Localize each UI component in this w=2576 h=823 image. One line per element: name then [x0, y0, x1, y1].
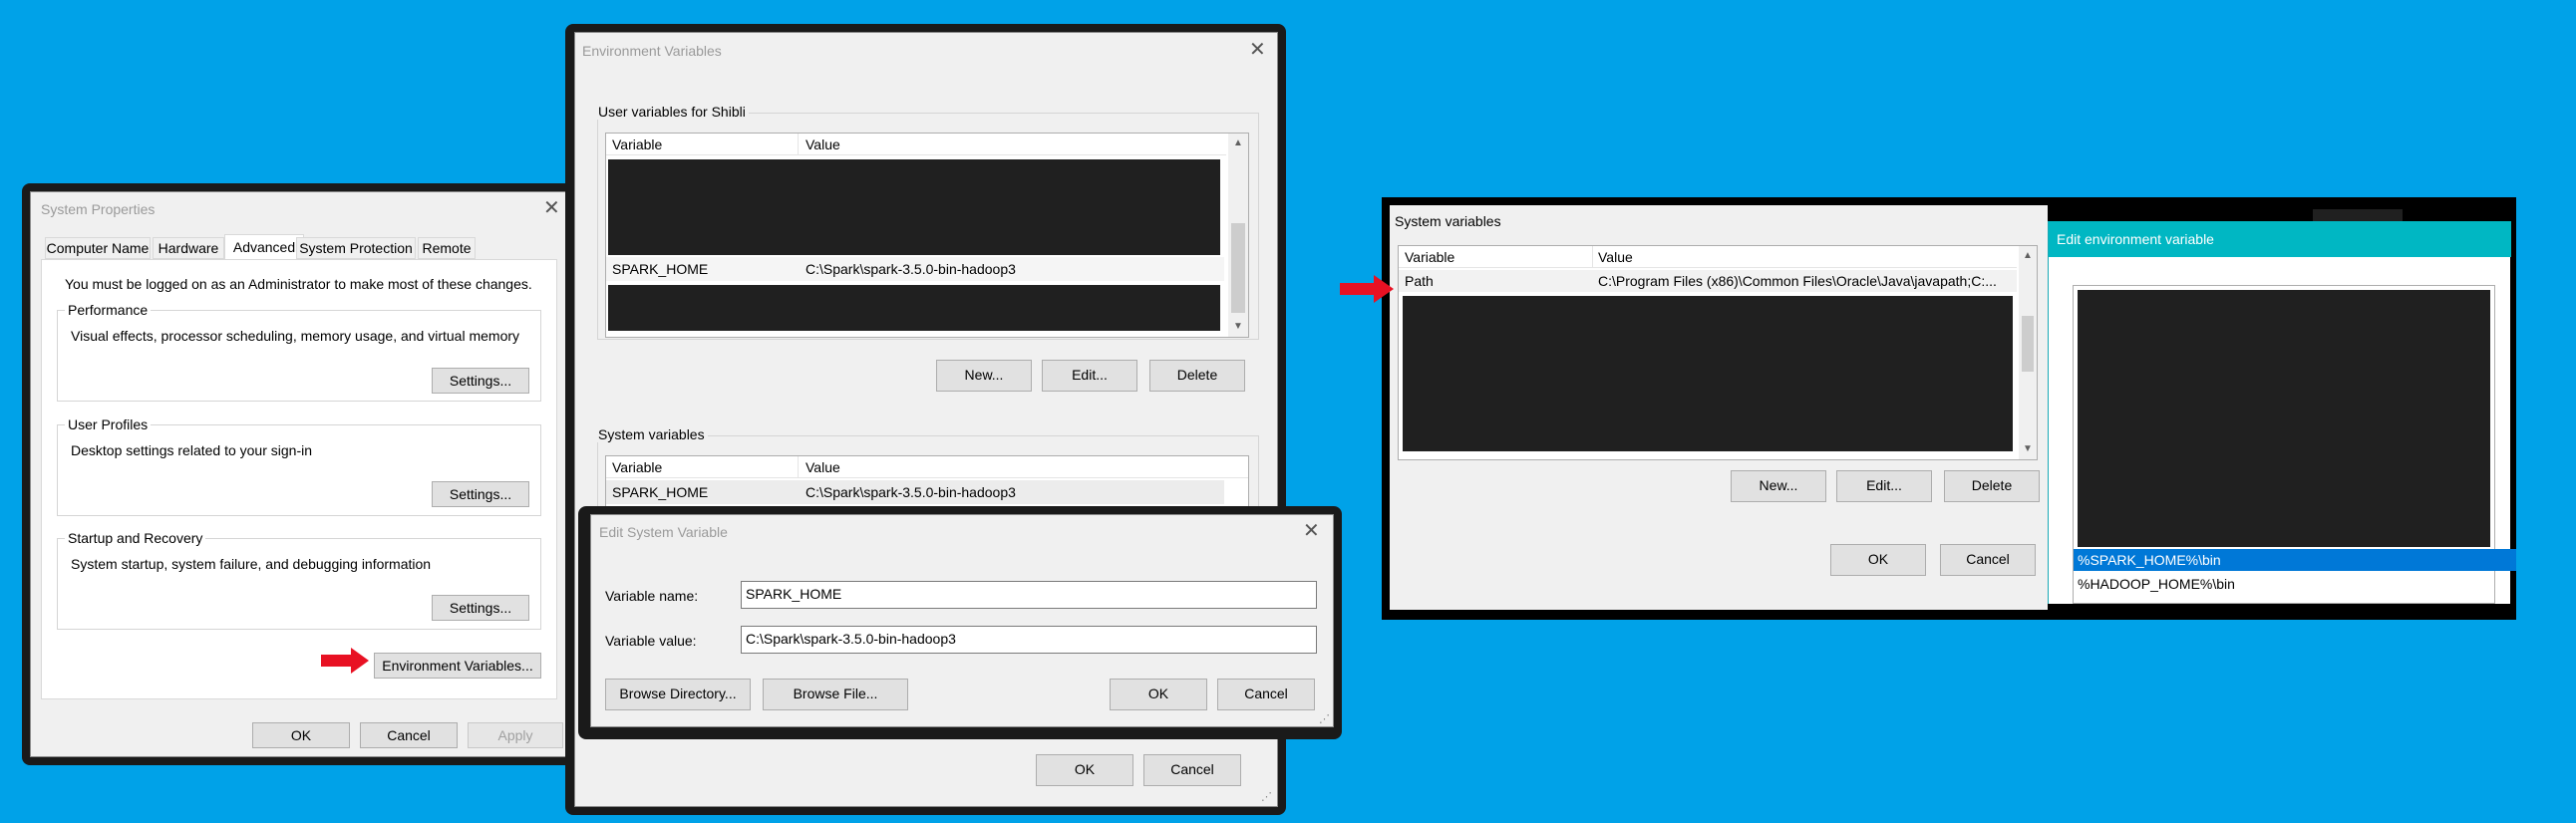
ok-button[interactable]: OK	[1110, 679, 1207, 710]
redacted-rows	[1403, 296, 2013, 451]
resize-grip-icon[interactable]: ⋰	[1319, 712, 1330, 725]
edit-system-variable-window: Edit System Variable ✕ Variable name: SP…	[590, 514, 1334, 727]
environment-variables-button[interactable]: Environment Variables...	[374, 653, 541, 679]
ok-button[interactable]: OK	[1830, 544, 1926, 576]
user-profiles-label: User Profiles	[65, 416, 152, 432]
edit-button[interactable]: Edit...	[1836, 470, 1932, 502]
ok-button[interactable]: OK	[1036, 754, 1133, 786]
variable-name-label: Variable name:	[605, 588, 699, 604]
row-variable: Path	[1405, 273, 1434, 289]
user-delete-button[interactable]: Delete	[1149, 360, 1245, 392]
cancel-button[interactable]: Cancel	[1143, 754, 1241, 786]
browse-directory-button[interactable]: Browse Directory...	[605, 679, 751, 710]
performance-settings-button[interactable]: Settings...	[432, 368, 529, 394]
list-header	[1399, 246, 2017, 268]
scroll-up-icon[interactable]: ▲	[2023, 250, 2033, 261]
entries-list[interactable]: %SPARK_HOME%\bin %HADOOP_HOME%\bin	[2073, 285, 2516, 604]
scroll-down-icon[interactable]: ▼	[2023, 443, 2033, 454]
scrollbar[interactable]: ▲ ▼	[1228, 134, 1248, 337]
system-vars-label: System variables	[595, 426, 708, 442]
admin-note: You must be logged on as an Administrato…	[65, 276, 532, 292]
cancel-button[interactable]: Cancel	[1217, 679, 1315, 710]
col-variable-header[interactable]: Variable	[612, 137, 662, 152]
tab-computer-name[interactable]: Computer Name	[45, 237, 151, 259]
variable-value-input[interactable]: C:\Spark\spark-3.5.0-bin-hadoop3	[741, 626, 1317, 654]
list-item-selected[interactable]: %SPARK_HOME%\bin	[2074, 549, 2516, 571]
table-row[interactable]: Path C:\Program Files (x86)\Common Files…	[1399, 270, 2017, 292]
system-properties-title: System Properties	[41, 201, 156, 217]
scroll-down-icon[interactable]: ▼	[1233, 321, 1243, 332]
red-arrow-icon	[1340, 275, 1394, 303]
col-variable-header[interactable]: Variable	[1405, 249, 1454, 265]
col-variable-header[interactable]: Variable	[612, 459, 662, 475]
ok-button[interactable]: OK	[252, 722, 350, 748]
env-vars-title: Environment Variables	[582, 43, 722, 59]
close-icon[interactable]: ✕	[1249, 40, 1266, 60]
edit-env-variable-window: Edit environment variable %SPARK_HOME%\b…	[2048, 221, 2516, 604]
startup-settings-button[interactable]: Settings...	[432, 595, 529, 621]
tab-hardware[interactable]: Hardware	[153, 237, 224, 259]
scroll-thumb[interactable]	[2022, 316, 2034, 372]
redacted-rows	[608, 285, 1220, 331]
list-header	[606, 134, 1226, 155]
performance-desc: Visual effects, processor scheduling, me…	[71, 328, 520, 344]
new-button[interactable]: New...	[1731, 470, 1826, 502]
variable-name-input[interactable]: SPARK_HOME	[741, 581, 1317, 609]
user-vars-label: User variables for Shibli	[595, 104, 749, 120]
performance-label: Performance	[65, 302, 152, 318]
red-arrow-icon	[321, 648, 369, 674]
edit-system-variable-title: Edit System Variable	[599, 524, 728, 540]
cancel-button[interactable]: Cancel	[360, 722, 458, 748]
redacted-rows	[608, 159, 1220, 255]
row-value: C:\Program Files (x86)\Common Files\Orac…	[1598, 273, 1997, 289]
close-icon[interactable]: ✕	[543, 198, 560, 218]
column-divider	[798, 134, 799, 155]
list-header	[606, 456, 1248, 478]
tab-remote[interactable]: Remote	[418, 237, 476, 259]
cancel-button[interactable]: Cancel	[1940, 544, 2036, 576]
user-new-button[interactable]: New...	[936, 360, 1032, 392]
close-icon[interactable]: ✕	[1303, 521, 1320, 541]
system-vars-label: System variables	[1392, 213, 1504, 229]
redacted-entries	[2078, 290, 2490, 547]
scroll-thumb[interactable]	[1231, 223, 1245, 313]
startup-desc: System startup, system failure, and debu…	[71, 556, 432, 572]
apply-button[interactable]: Apply	[468, 722, 563, 748]
table-row[interactable]: SPARK_HOME C:\Spark\spark-3.5.0-bin-hado…	[606, 257, 1224, 281]
row-variable: SPARK_HOME	[612, 261, 709, 277]
entry-text: %HADOOP_HOME%\bin	[2078, 576, 2235, 592]
tab-system-protection[interactable]: System Protection	[296, 237, 416, 259]
startup-label: Startup and Recovery	[65, 530, 206, 546]
env-vars-window-detail: System variables Variable Value Path C:\…	[1390, 205, 2048, 610]
edit-env-variable-title: Edit environment variable	[2057, 231, 2214, 247]
row-variable: SPARK_HOME	[612, 484, 709, 500]
list-item[interactable]: %HADOOP_HOME%\bin	[2074, 573, 2496, 595]
col-value-header[interactable]: Value	[805, 459, 840, 475]
scrollbar[interactable]: ▲ ▼	[2019, 246, 2037, 459]
user-profiles-desc: Desktop settings related to your sign-in	[71, 442, 313, 458]
row-value: C:\Spark\spark-3.5.0-bin-hadoop3	[805, 261, 1016, 277]
row-value: C:\Spark\spark-3.5.0-bin-hadoop3	[805, 484, 1016, 500]
system-vars-list[interactable]: Variable Value Path C:\Program Files (x8…	[1398, 245, 2038, 460]
table-row[interactable]: SPARK_HOME C:\Spark\spark-3.5.0-bin-hado…	[606, 480, 1224, 504]
user-profiles-settings-button[interactable]: Settings...	[432, 481, 529, 507]
col-value-header[interactable]: Value	[1598, 249, 1633, 265]
variable-value-label: Variable value:	[605, 633, 697, 649]
system-properties-window: System Properties ✕ Computer Name Hardwa…	[30, 191, 568, 757]
column-divider	[1592, 246, 1593, 268]
user-edit-button[interactable]: Edit...	[1042, 360, 1137, 392]
tab-advanced[interactable]: Advanced	[224, 234, 304, 260]
user-vars-list[interactable]: Variable Value SPARK_HOME C:\Spark\spark…	[605, 133, 1249, 338]
scroll-up-icon[interactable]: ▲	[1233, 137, 1243, 148]
delete-button[interactable]: Delete	[1944, 470, 2040, 502]
resize-grip-icon[interactable]: ⋰	[1261, 790, 1272, 803]
column-divider	[798, 456, 799, 478]
entry-text: %SPARK_HOME%\bin	[2078, 552, 2221, 568]
col-value-header[interactable]: Value	[805, 137, 840, 152]
browse-file-button[interactable]: Browse File...	[763, 679, 908, 710]
